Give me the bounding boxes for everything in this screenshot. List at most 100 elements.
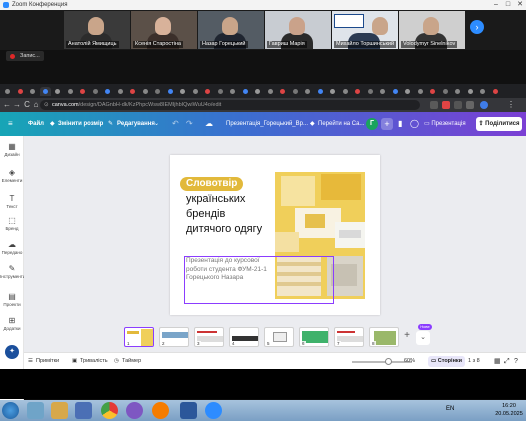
rail-brand[interactable]: ⬚ Бренд: [0, 216, 24, 232]
browser-tab[interactable]: [240, 87, 251, 96]
minimize-icon[interactable]: –: [490, 0, 502, 10]
browser-tab[interactable]: [452, 87, 463, 96]
slide-thumbnail[interactable]: 7: [334, 327, 364, 347]
help-icon[interactable]: ?: [514, 353, 518, 370]
duration-button[interactable]: Тривалість: [80, 353, 108, 370]
recording-indicator[interactable]: Запис...: [6, 51, 44, 61]
browser-tab[interactable]: [490, 87, 501, 96]
forward-icon[interactable]: →: [12, 99, 22, 111]
browser-tab[interactable]: [327, 87, 338, 96]
undo-icon[interactable]: ↶: [172, 112, 179, 136]
browser-tab[interactable]: [15, 87, 26, 96]
chrome-icon[interactable]: [101, 402, 118, 419]
zoom-slider[interactable]: [352, 358, 412, 365]
url-field[interactable]: ⊙ canva.com/design/DAGnbH-dk/KzPhpcWsw8I…: [40, 100, 420, 110]
file-menu[interactable]: Файл: [28, 112, 44, 136]
slide-thumbnail[interactable]: 5: [264, 327, 294, 347]
language-indicator[interactable]: EN: [446, 406, 454, 412]
browser-tab[interactable]: [252, 87, 263, 96]
browser-tab[interactable]: [102, 87, 113, 96]
add-collaborator-button[interactable]: +: [381, 118, 393, 130]
analytics-icon[interactable]: ▮: [398, 112, 402, 136]
browser-tab[interactable]: [402, 87, 413, 96]
back-icon[interactable]: ←: [2, 99, 12, 111]
slide-thumbnail[interactable]: 3: [194, 327, 224, 347]
browser-tab[interactable]: [477, 87, 488, 96]
slide-thumbnail[interactable]: 1: [124, 327, 154, 347]
browser-tab[interactable]: [315, 87, 326, 96]
share-button[interactable]: ⇪ Поділитися: [476, 117, 522, 131]
rail-projects[interactable]: ▤ Проекти: [0, 292, 24, 308]
browser-tab[interactable]: [215, 87, 226, 96]
extension-icon[interactable]: [466, 101, 474, 109]
browser-tab[interactable]: [340, 87, 351, 96]
browser-tab[interactable]: [127, 87, 138, 96]
extension-icon[interactable]: [430, 101, 438, 109]
pages-button[interactable]: ▭ Сторінки: [428, 356, 466, 367]
browser-tab[interactable]: [352, 87, 363, 96]
add-slide-button[interactable]: +: [400, 328, 414, 344]
browser-tab[interactable]: [90, 87, 101, 96]
maximize-icon[interactable]: □: [502, 0, 514, 10]
profile-icon[interactable]: [480, 101, 488, 109]
rail-apps[interactable]: ⊞ Додатки: [0, 316, 24, 332]
browser-tab[interactable]: [165, 87, 176, 96]
save-disk-icon[interactable]: [75, 402, 92, 419]
slide-thumbnail[interactable]: 8: [369, 327, 399, 347]
rail-tools[interactable]: ✎ Інструменти: [0, 264, 25, 280]
browser-tab[interactable]: [77, 87, 88, 96]
browser-menu-icon[interactable]: ⋮: [506, 99, 516, 111]
browser-tab[interactable]: [2, 87, 13, 96]
zoom-app-icon[interactable]: [205, 402, 222, 419]
participant-tile[interactable]: Гавриш Марія: [265, 11, 331, 49]
redo-icon[interactable]: ↷: [186, 112, 193, 136]
firefox-icon[interactable]: [152, 402, 169, 419]
browser-tab[interactable]: [302, 87, 313, 96]
viber-icon[interactable]: [126, 402, 143, 419]
rail-design[interactable]: ▦ Дизайн: [0, 142, 24, 158]
browser-tab[interactable]: [52, 87, 63, 96]
edit-mode-button[interactable]: Редагування: [117, 112, 155, 136]
browser-tab[interactable]: [115, 87, 126, 96]
slide-thumbnail[interactable]: 2: [159, 327, 189, 347]
participant-tile[interactable]: Анатолій Ямищиць: [64, 11, 130, 49]
participant-tile[interactable]: Назар Горецький: [198, 11, 264, 49]
rail-text[interactable]: T Текст: [0, 194, 24, 210]
document-title[interactable]: Презентація_Горецький_Вр...: [226, 112, 308, 136]
chevron-right-icon[interactable]: ›: [470, 20, 484, 34]
text-selection-box[interactable]: [184, 256, 334, 304]
comment-icon[interactable]: ◯: [410, 112, 419, 136]
browser-tab[interactable]: [190, 87, 201, 96]
menu-icon[interactable]: ≡: [8, 112, 13, 136]
browser-tab[interactable]: [65, 87, 76, 96]
goto-canva-button[interactable]: Перейти на Ca...: [318, 112, 364, 136]
folder-icon[interactable]: [51, 402, 68, 419]
word-icon[interactable]: [180, 402, 197, 419]
browser-tab[interactable]: [265, 87, 276, 96]
browser-tab[interactable]: [152, 87, 163, 96]
participant-tile[interactable]: Volodymyr Sinelnikov: [399, 11, 465, 49]
slide-title[interactable]: українських брендів дитячого одягу: [186, 192, 266, 237]
cloud-save-icon[interactable]: ☁: [205, 112, 213, 136]
avatar[interactable]: Г: [366, 118, 378, 130]
timer-button[interactable]: Таймер: [122, 353, 141, 370]
browser-tab[interactable]: [365, 87, 376, 96]
browser-tab[interactable]: [377, 87, 388, 96]
notes-button[interactable]: Примітки: [36, 353, 59, 370]
browser-tab[interactable]: [390, 87, 401, 96]
extension-icon[interactable]: [454, 101, 462, 109]
slide-thumbnail[interactable]: 4: [229, 327, 259, 347]
fullscreen-icon[interactable]: ⤢: [504, 353, 510, 370]
close-icon[interactable]: ✕: [514, 0, 526, 10]
grid-view-icon[interactable]: ▦: [494, 353, 501, 370]
browser-tab[interactable]: [415, 87, 426, 96]
rail-elements[interactable]: ◈ Елементи: [0, 168, 24, 184]
browser-tab[interactable]: [440, 87, 451, 96]
chevron-down-icon[interactable]: ⌄: [416, 331, 430, 345]
extension-icon[interactable]: [442, 101, 450, 109]
browser-tab[interactable]: [177, 87, 188, 96]
magic-help-icon[interactable]: ✦: [5, 345, 19, 359]
rail-uploads[interactable]: ☁ Передано: [0, 240, 24, 256]
participant-tile[interactable]: Михайло Торшинський: [332, 11, 398, 49]
browser-tab[interactable]: [202, 87, 213, 96]
